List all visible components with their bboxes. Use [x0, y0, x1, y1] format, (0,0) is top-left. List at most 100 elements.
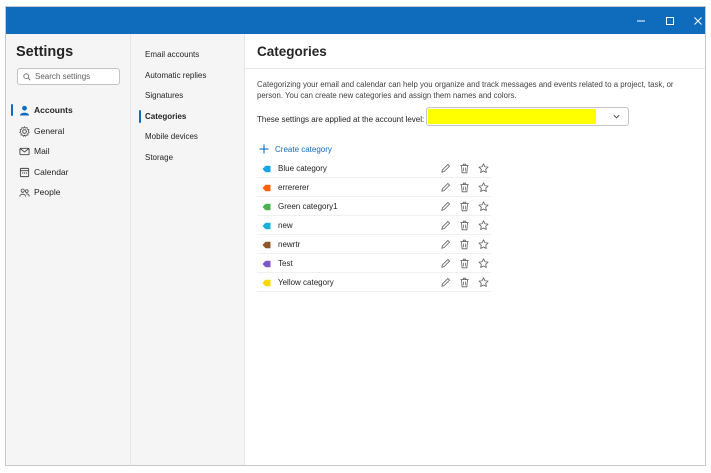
plus-icon — [259, 144, 269, 154]
category-tag-icon — [262, 222, 271, 230]
star-icon — [478, 239, 489, 249]
maximize-button[interactable] — [656, 7, 684, 34]
delete-category-button[interactable] — [458, 181, 471, 194]
edit-category-button[interactable] — [439, 162, 452, 175]
sidebar-item-label: People — [34, 187, 61, 197]
categories-panel: Categories Categorizing your email and c… — [245, 34, 705, 465]
sidebar-item-accounts[interactable]: Accounts — [11, 101, 127, 119]
star-icon — [478, 163, 489, 173]
accounts-subnav: Email accounts Automatic replies Signatu… — [131, 34, 245, 465]
settings-sidebar: Settings Accounts General — [6, 34, 131, 465]
sidebar-item-calendar[interactable]: Calendar — [11, 163, 127, 181]
edit-category-button[interactable] — [439, 200, 452, 213]
mail-icon — [18, 145, 30, 157]
subnav-item-email-accounts[interactable]: Email accounts — [135, 46, 241, 63]
star-icon — [478, 258, 489, 268]
category-name: newrtr — [278, 240, 301, 249]
subnav-item-mobile-devices[interactable]: Mobile devices — [135, 128, 241, 145]
category-row: new — [257, 216, 491, 235]
close-icon — [694, 16, 702, 25]
subnav-item-storage[interactable]: Storage — [135, 149, 241, 166]
settings-title: Settings — [16, 44, 74, 60]
pencil-icon — [441, 201, 451, 211]
account-select-dropdown[interactable] — [426, 107, 629, 126]
category-row: errererer — [257, 178, 491, 197]
sidebar-item-label: Accounts — [34, 105, 73, 115]
category-row: Blue category — [257, 159, 491, 178]
delete-category-button[interactable] — [458, 200, 471, 213]
calendar-icon — [18, 166, 30, 178]
delete-category-button[interactable] — [458, 276, 471, 289]
selection-indicator — [139, 110, 141, 123]
category-row: Green category1 — [257, 197, 491, 216]
edit-category-button[interactable] — [439, 181, 452, 194]
subnav-item-signatures[interactable]: Signatures — [135, 87, 241, 104]
account-level-label: These settings are applied at the accoun… — [257, 115, 425, 124]
trash-icon — [460, 220, 469, 231]
title-bar — [6, 7, 705, 34]
delete-category-button[interactable] — [458, 219, 471, 232]
sidebar-item-general[interactable]: General — [11, 122, 127, 140]
category-actions — [439, 219, 496, 232]
category-actions — [439, 181, 496, 194]
maximize-icon — [666, 16, 674, 25]
category-name: errererer — [278, 183, 310, 192]
search-settings-box[interactable] — [17, 68, 120, 85]
favorite-category-button[interactable] — [477, 238, 490, 251]
favorite-category-button[interactable] — [477, 257, 490, 270]
category-list: Blue category errererer Green category1 new… — [257, 159, 491, 292]
page-title: Categories — [257, 44, 327, 59]
category-tag-icon — [262, 279, 271, 287]
delete-category-button[interactable] — [458, 257, 471, 270]
pencil-icon — [441, 277, 451, 287]
delete-category-button[interactable] — [458, 238, 471, 251]
category-row: Test — [257, 254, 491, 273]
category-actions — [439, 162, 496, 175]
trash-icon — [460, 182, 469, 193]
search-icon — [23, 72, 31, 80]
favorite-category-button[interactable] — [477, 219, 490, 232]
edit-category-button[interactable] — [439, 219, 452, 232]
person-icon — [18, 104, 30, 116]
sidebar-item-people[interactable]: People — [11, 183, 127, 201]
star-icon — [478, 277, 489, 287]
favorite-category-button[interactable] — [477, 276, 490, 289]
star-icon — [478, 182, 489, 192]
category-name: Green category1 — [278, 202, 338, 211]
create-category-button[interactable]: Create category — [259, 144, 332, 154]
sidebar-item-label: Mail — [34, 146, 50, 156]
favorite-category-button[interactable] — [477, 162, 490, 175]
pencil-icon — [441, 182, 451, 192]
category-tag-icon — [262, 165, 271, 173]
favorite-category-button[interactable] — [477, 200, 490, 213]
trash-icon — [460, 239, 469, 250]
favorite-category-button[interactable] — [477, 181, 490, 194]
category-tag-icon — [262, 184, 271, 192]
category-actions — [439, 276, 496, 289]
category-row: Yellow category — [257, 273, 491, 292]
search-input[interactable] — [35, 72, 115, 81]
account-value — [428, 109, 596, 124]
people-icon — [18, 186, 30, 198]
edit-category-button[interactable] — [439, 238, 452, 251]
category-name: Blue category — [278, 164, 327, 173]
categories-description: Categorizing your email and calendar can… — [257, 80, 674, 100]
sidebar-item-mail[interactable]: Mail — [11, 142, 127, 160]
gear-icon — [18, 125, 30, 137]
category-row: newrtr — [257, 235, 491, 254]
minimize-button[interactable] — [627, 7, 655, 34]
edit-category-button[interactable] — [439, 257, 452, 270]
sidebar-item-label: General — [34, 126, 65, 136]
category-actions — [439, 257, 496, 270]
subnav-item-label: Categories — [145, 112, 187, 121]
subnav-item-categories[interactable]: Categories — [135, 108, 241, 125]
edit-category-button[interactable] — [439, 276, 452, 289]
pencil-icon — [441, 163, 451, 173]
close-button[interactable] — [684, 7, 705, 34]
pencil-icon — [441, 239, 451, 249]
trash-icon — [460, 258, 469, 269]
trash-icon — [460, 277, 469, 288]
header-divider — [245, 68, 705, 69]
delete-category-button[interactable] — [458, 162, 471, 175]
subnav-item-automatic-replies[interactable]: Automatic replies — [135, 67, 241, 84]
